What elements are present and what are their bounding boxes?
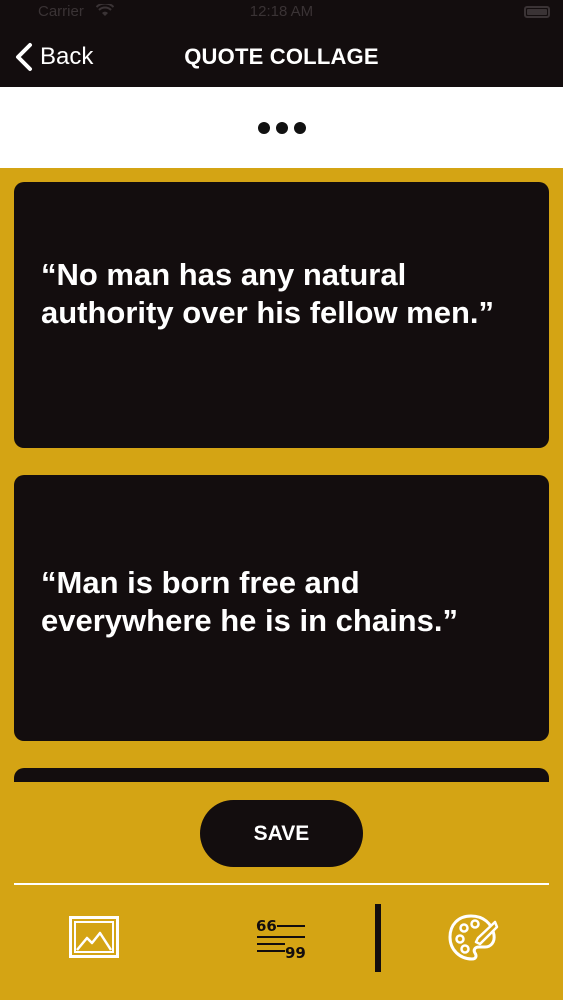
quote-collage: “No man has any natural authority over h… [0, 168, 563, 782]
picture-icon[interactable] [69, 916, 119, 958]
more-options-button[interactable] [246, 109, 318, 147]
status-time: 12:18 AM [249, 3, 314, 20]
battery-icon [524, 6, 550, 18]
options-bar [0, 87, 563, 168]
page-title: QUOTE COLLAGE [184, 44, 379, 69]
quote-card[interactable]: “Man is born free and everywhere he is i… [14, 475, 549, 741]
bottom-panel: SAVE 66 99 [0, 782, 563, 1000]
quote-card[interactable] [14, 768, 549, 782]
quote-text: “Man is born free and everywhere he is i… [41, 565, 458, 638]
more-dot-icon [258, 122, 270, 134]
palette-icon[interactable] [447, 913, 499, 963]
quote-text: “No man has any natural authority over h… [41, 257, 495, 330]
svg-text:99: 99 [285, 944, 306, 960]
more-dot-icon [276, 122, 288, 134]
divider [14, 883, 549, 885]
more-dot-icon [294, 122, 306, 134]
quote-card[interactable]: “No man has any natural authority over h… [14, 182, 549, 448]
status-bar: Carrier 12:18 AM [0, 0, 563, 24]
save-button[interactable]: SAVE [200, 800, 363, 867]
navigation-bar: Back QUOTE COLLAGE [0, 24, 563, 87]
quote-text-icon[interactable]: 66 99 [256, 918, 306, 960]
toolbar-separator [375, 904, 381, 972]
svg-text:66: 66 [256, 918, 277, 935]
